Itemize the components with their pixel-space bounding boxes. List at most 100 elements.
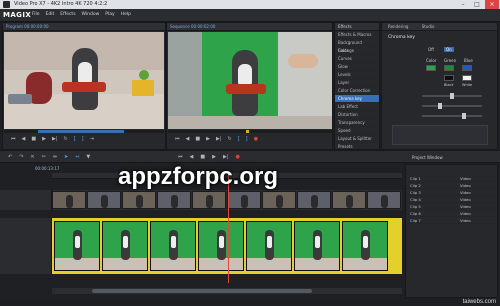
next-frame-icon[interactable]: ▶| <box>216 136 222 142</box>
insert-icon[interactable]: ⇥ <box>90 136 94 142</box>
mark-out-icon[interactable]: ] <box>246 136 248 142</box>
menu-item-edit[interactable]: Edit <box>46 12 55 17</box>
undo-icon[interactable]: ↶ <box>8 154 12 160</box>
source-video-frame[interactable] <box>4 32 164 129</box>
record-icon[interactable]: ● <box>236 154 240 160</box>
clip-thumbnail[interactable] <box>332 191 366 209</box>
white-swatch[interactable] <box>462 75 472 81</box>
track-header-2[interactable] <box>0 218 52 274</box>
clip-thumbnail[interactable] <box>342 221 388 271</box>
effects-item[interactable]: Color Correction <box>335 87 379 95</box>
menu-item-help[interactable]: Help <box>121 12 131 17</box>
program-video-frame[interactable] <box>168 32 332 129</box>
mark-out-icon[interactable]: ] <box>82 136 84 142</box>
option-off[interactable]: Off <box>428 47 434 52</box>
slider-track-2[interactable] <box>422 105 482 107</box>
clip-thumbnail[interactable] <box>227 191 261 209</box>
mark-in-icon[interactable]: [ <box>238 136 240 142</box>
to-start-icon[interactable]: ⏮ <box>178 154 183 160</box>
effects-item[interactable]: Chroma key <box>335 95 379 103</box>
clip-thumbnail[interactable] <box>87 191 121 209</box>
file-row[interactable]: Clip 2 Video <box>406 182 497 189</box>
file-row[interactable]: Clip 5 Video <box>406 203 497 210</box>
minimize-icon[interactable]: – <box>456 0 470 9</box>
video-track-2[interactable] <box>52 218 402 274</box>
blue-swatch[interactable] <box>462 65 472 71</box>
file-row[interactable]: Clip 7 Video <box>406 217 497 224</box>
menu-item-window[interactable]: Window <box>82 12 100 17</box>
clip-thumbnail[interactable] <box>198 221 244 271</box>
clip-thumbnail[interactable] <box>157 191 191 209</box>
key-color-swatch[interactable] <box>426 65 436 71</box>
menu-item-play[interactable]: Play <box>105 12 114 17</box>
option-on[interactable]: On <box>444 47 454 52</box>
clip-thumbnail[interactable] <box>54 221 100 271</box>
cut-icon[interactable]: ✂ <box>42 154 46 160</box>
range-tool-icon[interactable]: ⇔ <box>75 154 79 160</box>
option-green[interactable]: Green <box>444 58 456 63</box>
mark-in-icon[interactable]: [ <box>74 136 76 142</box>
preset-grid[interactable] <box>392 125 488 145</box>
option-color[interactable]: Color <box>426 58 436 63</box>
green-swatch[interactable] <box>444 65 454 71</box>
to-start-icon[interactable]: ⏮ <box>11 136 16 142</box>
next-icon[interactable]: ▶| <box>223 154 229 160</box>
clip-thumbnail[interactable] <box>294 221 340 271</box>
file-row[interactable]: Clip 6 Video <box>406 210 497 217</box>
play-icon[interactable]: ▶ <box>206 136 210 142</box>
menu-item-file[interactable]: File <box>32 12 40 17</box>
effects-item[interactable]: Glow <box>335 63 379 71</box>
prev-frame-icon[interactable]: ◀ <box>186 136 190 142</box>
loop-icon[interactable]: ↻ <box>64 136 68 142</box>
redo-icon[interactable]: ↷ <box>19 154 23 160</box>
effects-item[interactable]: Effects & Macros <box>335 31 379 39</box>
tab-studio[interactable]: Studio <box>416 23 441 31</box>
loop-icon[interactable]: ↻ <box>228 136 232 142</box>
maximize-icon[interactable]: □ <box>470 0 484 9</box>
file-row[interactable]: Clip 3 Video <box>406 189 497 196</box>
effects-item[interactable]: Levels <box>335 71 379 79</box>
delete-icon[interactable]: ✕ <box>30 154 34 160</box>
option-blue[interactable]: Blue <box>464 58 473 63</box>
file-row[interactable]: Clip 4 Video <box>406 196 497 203</box>
play-icon[interactable]: ▶ <box>42 136 46 142</box>
clip-thumbnail[interactable] <box>262 191 296 209</box>
marker-icon[interactable]: ▼ <box>86 154 90 160</box>
effects-item[interactable]: Speed <box>335 127 379 135</box>
program-scrubber[interactable] <box>168 130 332 133</box>
effects-item[interactable]: Distortion <box>335 111 379 119</box>
tab-rendering[interactable]: Rendering <box>382 23 414 31</box>
record-icon[interactable]: ● <box>254 136 258 142</box>
clip-thumbnail[interactable] <box>192 191 226 209</box>
effects-item[interactable]: Curves <box>335 55 379 63</box>
track-header-1[interactable] <box>0 190 52 210</box>
clip-thumbnail[interactable] <box>102 221 148 271</box>
slider-track-3[interactable] <box>422 115 482 117</box>
slider-thumb-1[interactable] <box>450 93 454 99</box>
prev-icon[interactable]: ◀ <box>190 154 194 160</box>
clip-thumbnail[interactable] <box>122 191 156 209</box>
close-icon[interactable]: × <box>485 0 499 9</box>
source-scrubber[interactable] <box>4 130 164 133</box>
video-track-1[interactable] <box>52 190 402 210</box>
clip-thumbnail[interactable] <box>246 221 292 271</box>
to-start-icon[interactable]: ⏮ <box>175 136 180 142</box>
clip-thumbnail[interactable] <box>150 221 196 271</box>
play-icon[interactable]: ▶ <box>212 154 216 160</box>
black-swatch[interactable] <box>444 75 454 81</box>
prev-frame-icon[interactable]: ◀ <box>22 136 26 142</box>
effects-item[interactable]: Layout & Splitter <box>335 135 379 143</box>
effects-item[interactable]: Background Footage <box>335 39 379 53</box>
stop-icon[interactable]: ■ <box>195 136 200 142</box>
clip-thumbnail[interactable] <box>297 191 331 209</box>
clip-thumbnail[interactable] <box>367 191 401 209</box>
effects-item[interactable]: Transparency <box>335 119 379 127</box>
clip-thumbnail[interactable] <box>52 191 86 209</box>
effects-item[interactable]: Layer <box>335 79 379 87</box>
slider-thumb-3[interactable] <box>462 113 466 119</box>
timeline-scrollbar[interactable] <box>52 288 402 294</box>
menu-item-effects[interactable]: Effects <box>60 12 75 17</box>
slider-thumb-2[interactable] <box>438 103 442 109</box>
next-frame-icon[interactable]: ▶| <box>52 136 58 142</box>
split-icon[interactable]: ⇹ <box>53 154 57 160</box>
